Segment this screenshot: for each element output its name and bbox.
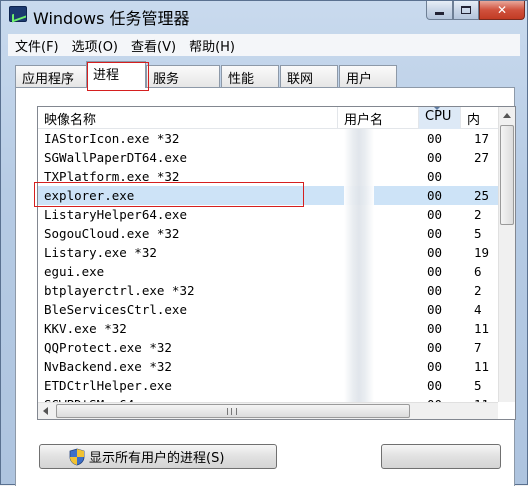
menu-bar: 文件(F) 选项(O) 查看(V) 帮助(H) xyxy=(8,34,520,56)
process-name: QQProtect.exe *32 xyxy=(44,340,172,355)
sort-descending-icon xyxy=(433,107,441,110)
process-cpu: 00 xyxy=(427,245,443,260)
username-redaction xyxy=(344,129,374,419)
process-name: NvBackend.exe *32 xyxy=(44,359,172,374)
process-cpu: 00 xyxy=(427,283,443,298)
tab-processes[interactable]: 进程 xyxy=(86,61,146,88)
process-row[interactable]: SogouCloud.exe *32 00 5 xyxy=(38,224,498,243)
process-memory: 11 xyxy=(474,359,490,374)
scroll-up-icon[interactable] xyxy=(503,113,511,118)
tab-services[interactable]: 服务 xyxy=(146,65,220,87)
show-all-processes-button[interactable]: 显示所有用户的进程(S) xyxy=(39,444,277,469)
process-row[interactable]: btplayerctrl.exe *32 00 2 xyxy=(38,281,498,300)
column-image-name[interactable]: 映像名称 xyxy=(38,107,338,129)
process-row[interactable]: QQProtect.exe *32 00 7 xyxy=(38,338,498,357)
column-memory[interactable]: 内 xyxy=(461,107,501,129)
column-cpu[interactable]: CPU xyxy=(419,107,461,129)
minimize-icon xyxy=(435,12,444,15)
process-cpu: 00 xyxy=(427,207,443,222)
process-cpu: 00 xyxy=(427,302,443,317)
process-memory: 25 xyxy=(474,188,490,203)
process-name: BleServicesCtrl.exe xyxy=(44,302,187,317)
process-row[interactable]: ETDCtrlHelper.exe 00 5 xyxy=(38,376,498,395)
horizontal-scrollbar[interactable] xyxy=(38,402,498,419)
column-user-name[interactable]: 用户名 xyxy=(338,107,419,129)
menu-help[interactable]: 帮助(H) xyxy=(182,36,241,55)
close-icon: ✕ xyxy=(496,3,508,17)
process-list[interactable]: 映像名称 用户名 CPU 内 IAStorIcon.exe *32 00 17 SGW… xyxy=(37,106,516,420)
process-row[interactable]: IAStorIcon.exe *32 00 17 xyxy=(38,129,498,148)
process-name: SogouCloud.exe *32 xyxy=(44,226,180,241)
scroll-grip-icon xyxy=(227,408,237,415)
end-process-button[interactable] xyxy=(381,444,501,469)
show-all-processes-label: 显示所有用户的进程(S) xyxy=(89,451,225,466)
process-memory: 2 xyxy=(474,283,482,298)
tab-applications[interactable]: 应用程序 xyxy=(15,65,87,87)
maximize-icon xyxy=(461,6,471,14)
maximize-button[interactable] xyxy=(453,1,479,20)
process-memory: 19 xyxy=(474,245,490,260)
process-memory: 4 xyxy=(474,302,482,317)
process-name: TXPlatform.exe *32 xyxy=(44,169,180,184)
menu-view[interactable]: 查看(V) xyxy=(124,36,182,55)
process-name: explorer.exe xyxy=(44,188,135,203)
scroll-left-icon[interactable] xyxy=(43,407,48,415)
process-memory: 7 xyxy=(474,340,482,355)
process-name: ETDCtrlHelper.exe xyxy=(44,378,172,393)
vertical-scroll-thumb[interactable] xyxy=(500,125,514,225)
process-memory: 5 xyxy=(474,378,482,393)
process-memory: 6 xyxy=(474,264,482,279)
column-header: 映像名称 用户名 CPU 内 xyxy=(38,107,515,129)
task-manager-window: Windows 任务管理器 ✕ 文件(F) 选项(O) 查看(V) 帮助(H) … xyxy=(0,0,528,486)
process-name: IAStorIcon.exe *32 xyxy=(44,131,180,146)
process-cpu: 00 xyxy=(427,378,443,393)
process-name: egui.exe xyxy=(44,264,105,279)
horizontal-scroll-thumb[interactable] xyxy=(56,404,410,418)
process-memory: 5 xyxy=(474,226,482,241)
menu-options[interactable]: 选项(O) xyxy=(65,36,124,55)
uac-shield-icon xyxy=(69,448,85,465)
tab-users[interactable]: 用户 xyxy=(339,65,397,87)
process-name: ListaryHelper64.exe xyxy=(44,207,187,222)
process-cpu: 00 xyxy=(427,131,443,146)
tab-performance[interactable]: 性能 xyxy=(221,65,279,87)
processes-panel: 映像名称 用户名 CPU 内 IAStorIcon.exe *32 00 17 SGW… xyxy=(15,87,516,486)
process-cpu: 00 xyxy=(427,321,443,336)
column-cpu-label: CPU xyxy=(425,109,452,124)
process-row[interactable]: ListaryHelper64.exe 00 2 xyxy=(38,205,498,224)
process-row[interactable]: explorer.exe 00 25 xyxy=(38,186,498,205)
process-cpu: 00 xyxy=(427,340,443,355)
process-name: Listary.exe *32 xyxy=(44,245,157,260)
process-cpu: 00 xyxy=(427,359,443,374)
process-row[interactable]: Listary.exe *32 00 19 xyxy=(38,243,498,262)
process-cpu: 00 xyxy=(427,150,443,165)
window-controls: ✕ xyxy=(426,1,525,21)
process-cpu: 00 xyxy=(427,188,443,203)
vertical-scrollbar[interactable] xyxy=(498,107,515,402)
process-name: SGWallPaperDT64.exe xyxy=(44,150,187,165)
process-name: KKV.exe *32 xyxy=(44,321,127,336)
process-name: btplayerctrl.exe *32 xyxy=(44,283,195,298)
process-row[interactable]: KKV.exe *32 00 11 xyxy=(38,319,498,338)
process-cpu: 00 xyxy=(427,264,443,279)
process-cpu: 00 xyxy=(427,169,443,184)
minimize-button[interactable] xyxy=(426,1,453,20)
process-memory: 2 xyxy=(474,207,482,222)
process-row[interactable]: NvBackend.exe *32 00 11 xyxy=(38,357,498,376)
process-memory: 11 xyxy=(474,321,490,336)
process-row[interactable]: egui.exe 00 6 xyxy=(38,262,498,281)
process-cpu: 00 xyxy=(427,226,443,241)
menu-file[interactable]: 文件(F) xyxy=(8,36,65,55)
process-memory: 27 xyxy=(474,150,490,165)
window-title: Windows 任务管理器 xyxy=(33,9,190,28)
task-manager-icon xyxy=(9,6,27,22)
process-row[interactable]: SGWallPaperDT64.exe 00 27 xyxy=(38,148,498,167)
close-button[interactable]: ✕ xyxy=(479,1,525,20)
process-row[interactable]: BleServicesCtrl.exe 00 4 xyxy=(38,300,498,319)
process-memory: 17 xyxy=(474,131,490,146)
process-row[interactable]: TXPlatform.exe *32 00 xyxy=(38,167,498,186)
title-bar[interactable]: Windows 任务管理器 ✕ xyxy=(1,1,527,29)
tab-networking[interactable]: 联网 xyxy=(280,65,338,87)
